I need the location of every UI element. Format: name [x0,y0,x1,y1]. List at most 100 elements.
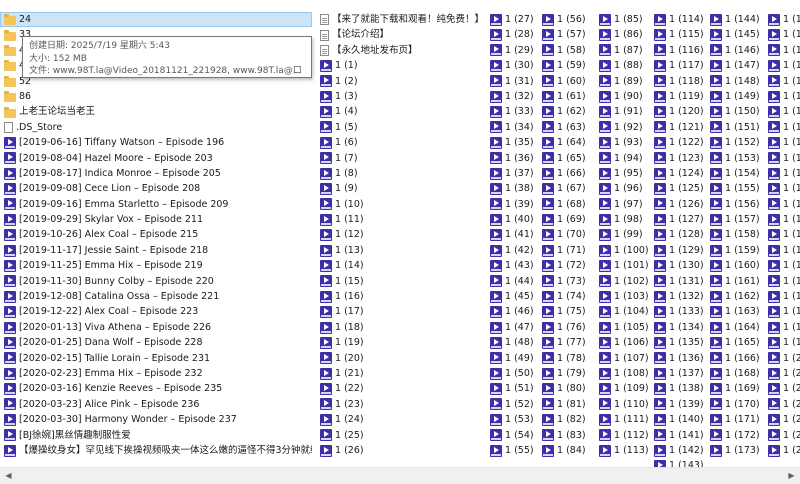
file-item[interactable]: 1 (19 [764,289,800,304]
file-item[interactable]: 1 (45) [486,289,538,304]
file-item[interactable]: 1 (108) [595,366,650,381]
file-item[interactable]: 1 (162) [706,289,764,304]
file-item[interactable]: 1 (135) [650,335,706,350]
file-item[interactable]: 1 (90) [595,89,650,104]
file-item[interactable]: 1 (82) [538,412,595,427]
file-item[interactable]: 1 (39) [486,197,538,212]
file-item[interactable]: 1 (78) [538,351,595,366]
file-item[interactable]: 1 (113) [595,443,650,458]
file-item[interactable]: 1 (100) [595,243,650,258]
file-item[interactable]: 1 (59) [538,58,595,73]
file-item[interactable]: 1 (12) [316,227,486,242]
file-item[interactable]: 1 (18) [316,320,486,335]
file-item[interactable]: [2019-11-17] Jessie Saint – Episode 218 [0,243,312,258]
file-item[interactable]: [2019-09-08] Cece Lion – Episode 208 [0,181,312,196]
file-item[interactable]: 1 (130) [650,258,706,273]
file-item[interactable]: 1 (105) [595,320,650,335]
file-item[interactable]: 1 (71) [538,243,595,258]
file-item[interactable]: 1 (147) [706,58,764,73]
file-item[interactable]: 1 (17) [316,304,486,319]
file-item[interactable]: 1 (65) [538,151,595,166]
file-item[interactable]: 1 (127) [650,212,706,227]
file-item[interactable]: 1 (93) [595,135,650,150]
file-item[interactable]: 1 (95) [595,166,650,181]
file-item[interactable]: [2019-09-29] Skylar Vox – Episode 211 [0,212,312,227]
file-item[interactable]: 1 (57) [538,27,595,42]
file-item[interactable]: [2019-10-26] Alex Coal – Episode 215 [0,227,312,242]
file-item[interactable]: 1 (2) [316,74,486,89]
file-item[interactable]: 1 (79) [538,366,595,381]
file-item[interactable]: 1 (89) [595,74,650,89]
file-item[interactable]: 1 (21) [316,366,486,381]
file-item[interactable]: [2019-09-16] Emma Starletto – Episode 20… [0,197,312,212]
file-item[interactable]: 1 (158) [706,227,764,242]
file-item[interactable]: 1 (114) [650,12,706,27]
file-item[interactable]: 1 (110) [595,397,650,412]
file-item[interactable]: 1 (74) [538,289,595,304]
file-item[interactable]: 1 (56) [538,12,595,27]
file-item[interactable]: 1 (136) [650,351,706,366]
file-item[interactable]: 1 (58) [538,43,595,58]
file-item[interactable]: [2020-03-30] Harmony Wonder – Episode 23… [0,412,312,427]
file-item[interactable]: 1 (124) [650,166,706,181]
file-item[interactable]: 1 (19 [764,335,800,350]
folder-item[interactable]: 上老王论坛当老王 [0,104,312,119]
file-item[interactable]: 1 (34) [486,120,538,135]
file-item[interactable]: 1 (76) [538,320,595,335]
file-item[interactable]: 1 (103) [595,289,650,304]
file-item[interactable]: 1 (154) [706,166,764,181]
file-item[interactable]: 1 (28) [486,27,538,42]
file-item[interactable]: 1 (46) [486,304,538,319]
file-item[interactable]: 1 (141) [650,428,706,443]
file-item[interactable]: 1 (42) [486,243,538,258]
file-item[interactable]: 【来了就能下载和观看！纯免费！】 [316,12,486,27]
file-item[interactable]: 1 (19) [316,335,486,350]
file-item[interactable]: 1 (20 [764,351,800,366]
file-item[interactable]: 1 (55) [486,443,538,458]
file-item[interactable]: [2019-08-17] Indica Monroe – Episode 205 [0,166,312,181]
file-item[interactable]: 1 (83) [538,428,595,443]
file-item[interactable]: 1 (30) [486,58,538,73]
file-item[interactable]: 1 (128) [650,227,706,242]
file-item[interactable]: 1 (22) [316,381,486,396]
file-item[interactable]: [2020-01-25] Dana Wolf – Episode 228 [0,335,312,350]
file-item[interactable]: 1 (115) [650,27,706,42]
file-item[interactable]: 1 (102) [595,274,650,289]
file-item[interactable]: 1 (77) [538,335,595,350]
file-item[interactable]: 1 (116) [650,43,706,58]
file-item[interactable]: [2019-11-30] Bunny Colby – Episode 220 [0,274,312,289]
file-item[interactable]: 1 (104) [595,304,650,319]
file-item[interactable]: 1 (75) [538,304,595,319]
file-item[interactable]: 1 (172) [706,428,764,443]
file-item[interactable]: 1 (86) [595,27,650,42]
file-item[interactable]: 1 (163) [706,304,764,319]
file-item[interactable]: 1 (131) [650,274,706,289]
file-item[interactable]: 1 (19 [764,320,800,335]
file-item[interactable]: 1 (17 [764,58,800,73]
file-item[interactable]: 1 (168) [706,366,764,381]
file-item[interactable]: 1 (50) [486,366,538,381]
file-item[interactable]: 1 (35) [486,135,538,150]
file-item[interactable]: 1 (119) [650,89,706,104]
file-item[interactable]: 1 (38) [486,181,538,196]
file-item[interactable]: 1 (109) [595,381,650,396]
file-item[interactable]: 1 (18 [764,120,800,135]
file-item[interactable]: 1 (101) [595,258,650,273]
file-item[interactable]: 1 (92) [595,120,650,135]
file-item[interactable]: 1 (23) [316,397,486,412]
file-item[interactable]: 1 (1) [316,58,486,73]
file-item[interactable]: [2020-02-15] Tallie Lorain – Episode 231 [0,351,312,366]
file-item[interactable]: 1 (15) [316,274,486,289]
file-item[interactable]: 1 (160) [706,258,764,273]
file-item[interactable]: [2020-03-23] Alice Pink – Episode 236 [0,397,312,412]
file-item[interactable]: [BJ徐婉]黑丝情趣制服性爱 [0,428,312,443]
file-item[interactable]: 1 (52) [486,397,538,412]
file-item[interactable]: 1 (6) [316,135,486,150]
file-item[interactable]: 1 (137) [650,366,706,381]
file-item[interactable]: 1 (140) [650,412,706,427]
file-item[interactable]: 1 (173) [706,443,764,458]
file-item[interactable]: 1 (18 [764,151,800,166]
file-item[interactable]: 1 (107) [595,351,650,366]
file-item[interactable]: 1 (18 [764,104,800,119]
file-item[interactable]: 1 (63) [538,120,595,135]
